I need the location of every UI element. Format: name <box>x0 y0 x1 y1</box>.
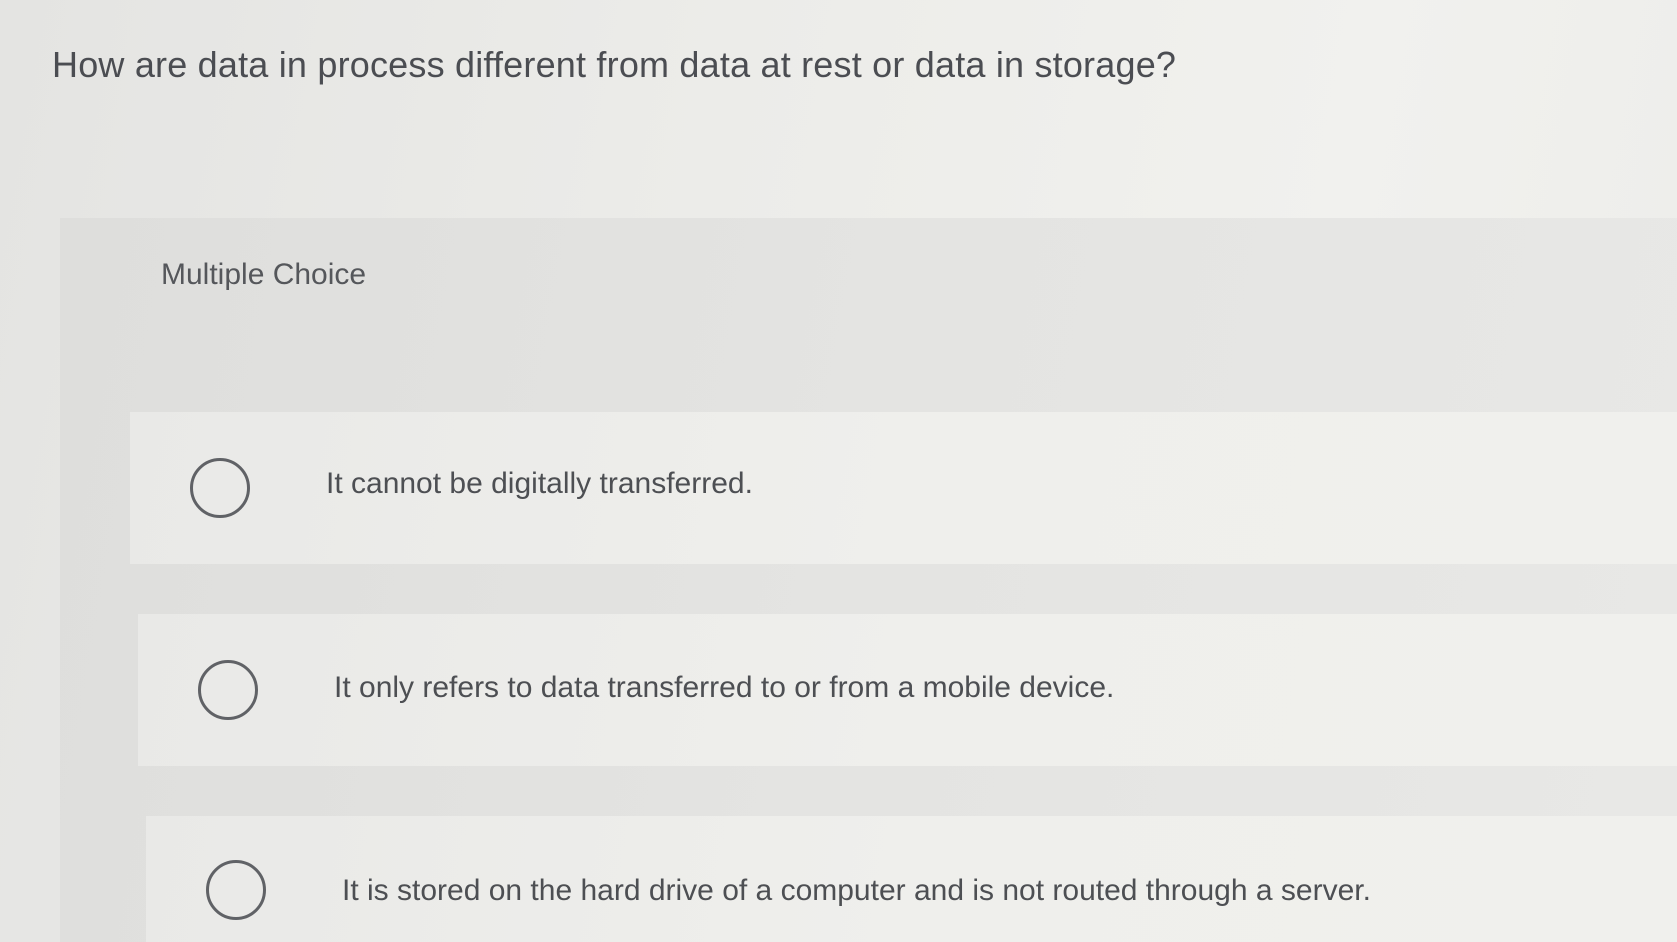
question-type-label: Multiple Choice <box>161 258 367 291</box>
answer-option-2[interactable]: It only refers to data transferred to or… <box>138 614 1677 766</box>
answer-option-label: It cannot be digitally transferred. <box>326 467 753 500</box>
multiple-choice-panel: Multiple Choice It cannot be digitally t… <box>60 218 1677 942</box>
answer-option-1[interactable]: It cannot be digitally transferred. <box>130 412 1677 564</box>
answer-option-label: It is stored on the hard drive of a comp… <box>342 874 1371 907</box>
answer-option-3[interactable]: It is stored on the hard drive of a comp… <box>146 816 1677 942</box>
radio-button-icon[interactable] <box>198 660 258 720</box>
answer-option-label: It only refers to data transferred to or… <box>334 671 1115 704</box>
radio-button-icon[interactable] <box>190 458 250 518</box>
radio-button-icon[interactable] <box>206 860 266 920</box>
question-text: How are data in process different from d… <box>52 44 1177 85</box>
